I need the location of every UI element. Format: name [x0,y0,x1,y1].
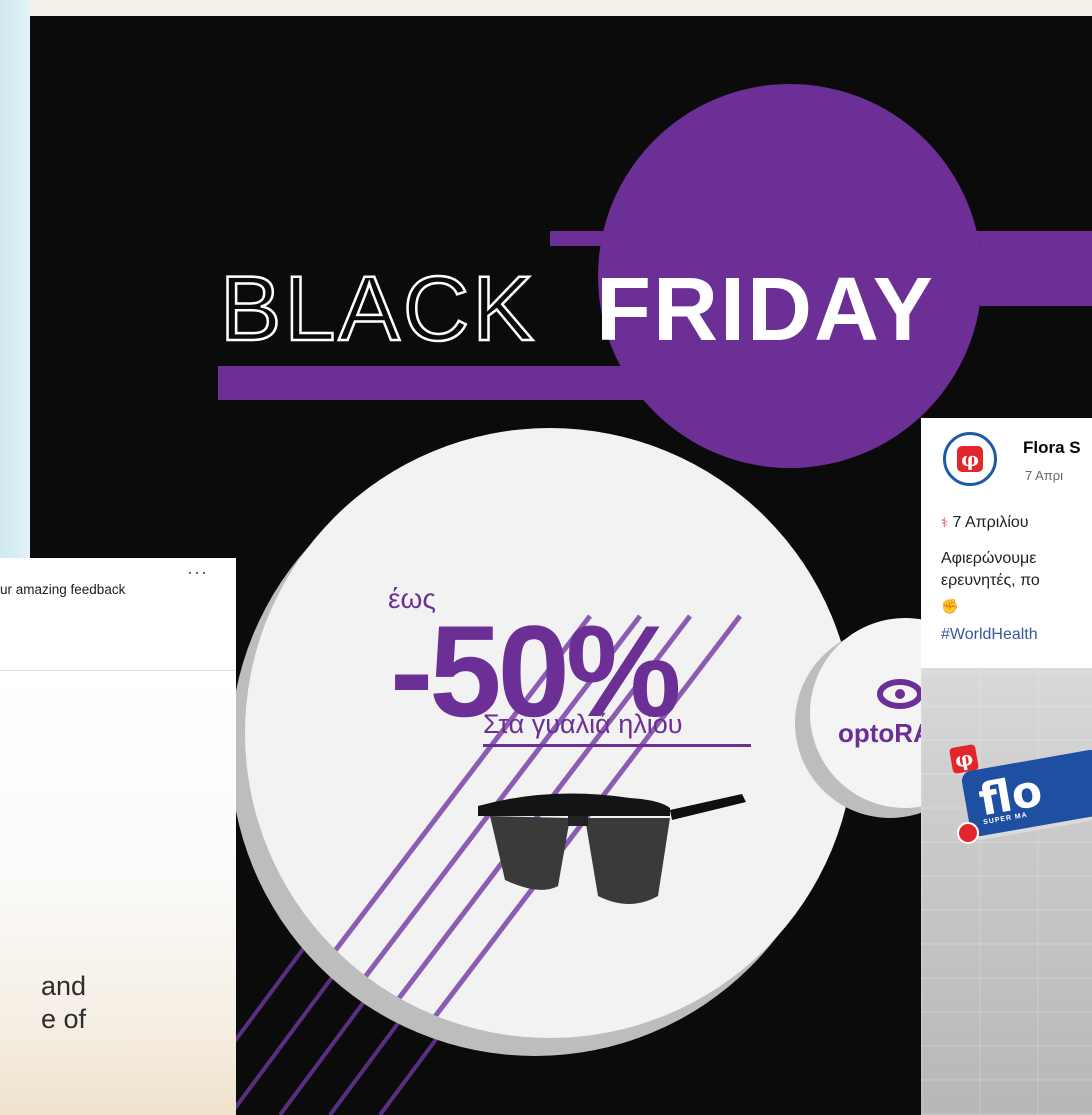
title-friday: FRIDAY [596,260,935,360]
quote-text: and e of [40,971,86,1034]
facebook-post: φ Flora S 7 Απρι ⚕ 7 Απριλίου Αφιερώνουμ… [921,418,1092,1115]
post-timestamp[interactable]: 7 Απρι [1025,468,1063,483]
store-sign: flo SUPER MA [960,748,1092,838]
post-text-line: ερευνητές, πο [941,572,1040,589]
flexed-arm-icon: ✊ [941,598,959,614]
post-text-line: Αφιερώνουμε [941,550,1037,567]
post-snippet: ur amazing feedback [0,582,126,597]
promo-subtitle: Στα γυαλιά ηλίου [483,709,683,739]
sign-dot [957,822,979,844]
testimonial-card: ··· ur amazing feedback and e of [0,558,236,1115]
flora-logo-icon: φ [957,446,983,472]
stethoscope-icon: ⚕ [941,515,949,530]
post-photo[interactable]: φ flo SUPER MA [921,668,1092,1115]
more-options-button[interactable]: ··· [187,562,208,583]
background-panel [0,0,30,560]
title-black: BLACK [220,258,537,360]
post-image [0,671,236,1115]
subtitle-underline [483,744,751,747]
page-name-link[interactable]: Flora S [1023,438,1081,458]
page-avatar[interactable]: φ [943,432,997,486]
title-bar [218,366,878,400]
post-text-line: ⚕ 7 Απριλίου [941,514,1029,531]
hashtag-link[interactable]: #WorldHealth [941,626,1038,644]
